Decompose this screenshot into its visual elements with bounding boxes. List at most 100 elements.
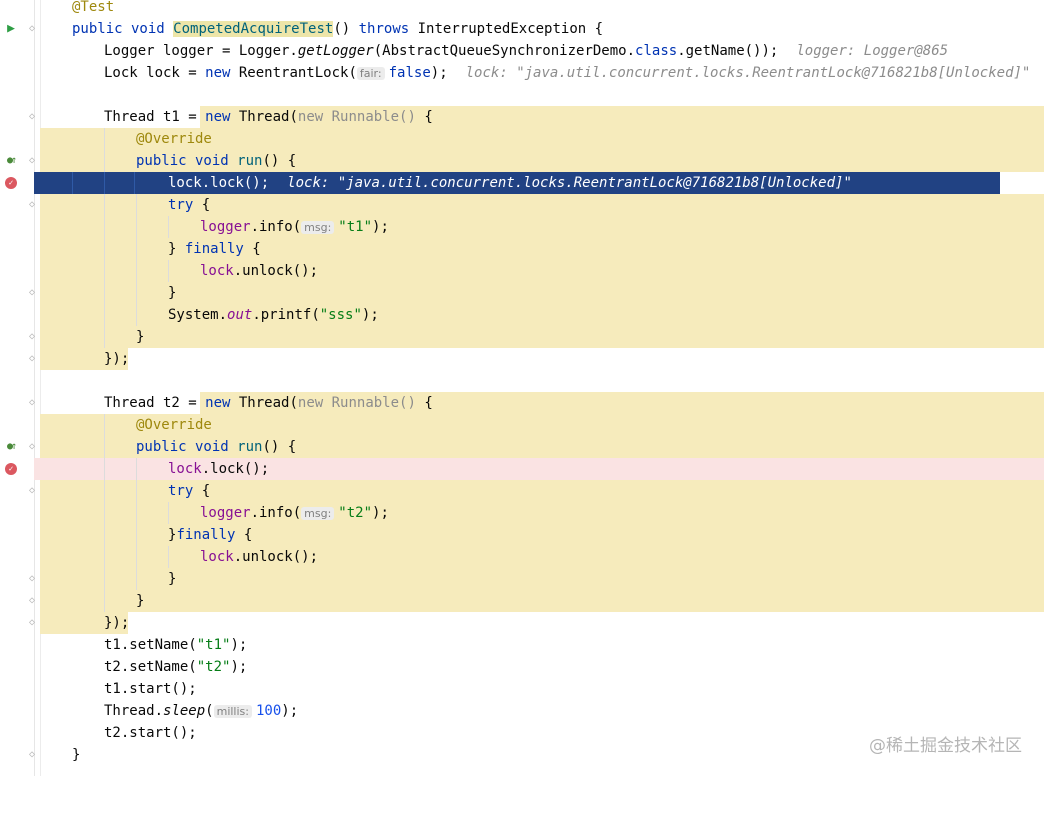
code-line[interactable]: logger.info(msg: "t2"); [0, 502, 1044, 524]
code-token: try [168, 483, 194, 499]
code-token: "t1" [338, 219, 373, 235]
code-token: }); [104, 615, 130, 631]
code-token: .lock(); [201, 175, 270, 191]
annotation: @Override [136, 131, 212, 147]
code-token: ); [281, 703, 299, 719]
code-token: .info( [250, 219, 302, 235]
code-token: } [168, 571, 177, 587]
code-token: t1.start(); [104, 681, 197, 697]
method-name: run [237, 153, 263, 169]
fold-icon[interactable]: ◇ [29, 750, 38, 760]
code-line[interactable]: ◇ }); [0, 348, 1044, 370]
code-line[interactable]: t2.setName("t2"); [0, 656, 1044, 678]
code-line[interactable]: t1.start(); [0, 678, 1044, 700]
code-token: getLogger [297, 43, 374, 59]
code-line[interactable]: ◇ } [0, 590, 1044, 612]
run-test-icon[interactable]: ▶ [4, 22, 18, 36]
code-token: { [235, 527, 253, 543]
fold-icon[interactable]: ◇ [29, 156, 38, 166]
fold-icon[interactable]: ◇ [29, 398, 38, 408]
code-line[interactable]: ◇ try { [0, 480, 1044, 502]
code-token: InterruptedException { [409, 21, 604, 37]
inline-debug-value: logger: Logger@865 [796, 43, 949, 59]
code-token: ); [230, 637, 248, 653]
fold-icon[interactable]: ◇ [29, 618, 38, 628]
code-line[interactable]: ◇ } [0, 568, 1044, 590]
code-token: throws [358, 21, 410, 37]
fold-icon[interactable]: ◇ [29, 354, 38, 364]
code-token: try [168, 197, 194, 213]
code-token: ); [372, 505, 389, 521]
code-line[interactable]: ◇ } [0, 282, 1044, 304]
code-line[interactable]: lock.unlock(); [0, 546, 1044, 568]
code-line[interactable]: System.out.printf("sss"); [0, 304, 1044, 326]
code-token: t2.start(); [104, 725, 197, 741]
code-token: } [168, 241, 185, 257]
code-token: sleep [163, 703, 206, 719]
fold-icon[interactable]: ◇ [29, 596, 38, 606]
code-token: } [72, 747, 81, 763]
code-line[interactable]: ◇ } [0, 326, 1044, 348]
code-line[interactable] [0, 84, 1044, 106]
code-line[interactable]: ◇ Thread t1 = new Thread(new Runnable() … [0, 106, 1044, 128]
code-token: finally [176, 527, 236, 543]
breakpoint-icon[interactable]: ✓ [5, 463, 17, 475]
code-token: 100 [256, 703, 282, 719]
code-token: () { [262, 439, 297, 455]
code-line[interactable]: ●↑ ◇ public void run() { [0, 150, 1044, 172]
fold-icon[interactable]: ◇ [29, 288, 38, 298]
fold-icon[interactable]: ◇ [29, 200, 38, 210]
code-token: t2.setName( [104, 659, 197, 675]
code-token: t1.setName( [104, 637, 197, 653]
inline-debug-value: lock: "java.util.concurrent.locks.Reentr… [287, 175, 852, 191]
fold-icon[interactable]: ◇ [29, 332, 38, 342]
code-token: "sss" [319, 307, 362, 323]
code-line[interactable]: lock.unlock(); [0, 260, 1044, 282]
current-execution-line[interactable]: ✓ lock.lock(); lock: "java.util.concurren… [0, 172, 1044, 194]
fold-icon[interactable]: ◇ [29, 442, 38, 452]
parameter-hint: fair: [356, 67, 385, 80]
code-line[interactable]: Logger logger = Logger.getLogger(Abstrac… [0, 40, 1044, 62]
fold-icon[interactable]: ◇ [29, 574, 38, 584]
code-token: lock [200, 549, 234, 565]
code-line[interactable] [0, 370, 1044, 392]
code-line[interactable]: Lock lock = new ReentrantLock(fair: false… [0, 62, 1044, 84]
code-token: lock [168, 461, 202, 477]
breakpoint-icon[interactable]: ✓ [5, 177, 17, 189]
watermark: @稀土掘金技术社区 [869, 736, 1022, 756]
parameter-hint: msg: [301, 507, 335, 520]
code-token: { [415, 395, 433, 411]
code-line[interactable]: @Test [0, 0, 1044, 18]
code-line[interactable]: ◇ Thread t2 = new Thread(new Runnable() … [0, 392, 1044, 414]
code-token: "t1" [196, 637, 231, 653]
override-icon[interactable]: ●↑ [4, 440, 18, 454]
code-line[interactable]: ●↑ ◇ public void run() { [0, 436, 1044, 458]
code-line[interactable]: logger.info(msg: "t1"); [0, 216, 1044, 238]
override-icon[interactable]: ●↑ [4, 154, 18, 168]
annotation: @Test [72, 0, 115, 15]
code-token: Thread. [104, 703, 164, 719]
code-token: new [205, 395, 231, 411]
code-token: false [388, 65, 431, 81]
code-token: .getName()); [677, 43, 779, 59]
fold-icon[interactable]: ◇ [29, 24, 38, 34]
code-editor[interactable]: @Test ▶ ◇ public void CompetedAcquireTes… [0, 0, 1044, 766]
breakpoint-line[interactable]: ✓ lock.lock(); [0, 458, 1044, 480]
fold-icon[interactable]: ◇ [29, 112, 38, 122]
code-token: Thread( [230, 395, 298, 411]
parameter-hint: millis: [213, 705, 252, 718]
code-line[interactable]: } finally { [0, 238, 1044, 260]
code-line[interactable]: }finally { [0, 524, 1044, 546]
code-token: new Runnable() [297, 395, 416, 411]
code-token: () [333, 21, 359, 37]
code-line[interactable]: ◇ try { [0, 194, 1044, 216]
code-line[interactable]: ▶ ◇ public void CompetedAcquireTest() th… [0, 18, 1044, 40]
code-line[interactable]: @Override [0, 414, 1044, 436]
code-line[interactable]: ◇ }); [0, 612, 1044, 634]
code-line[interactable]: @Override [0, 128, 1044, 150]
code-token: new [205, 65, 231, 81]
code-line[interactable]: Thread.sleep(millis: 100); [0, 700, 1044, 722]
fold-icon[interactable]: ◇ [29, 486, 38, 496]
code-token: public void [136, 153, 238, 169]
code-line[interactable]: t1.setName("t1"); [0, 634, 1044, 656]
